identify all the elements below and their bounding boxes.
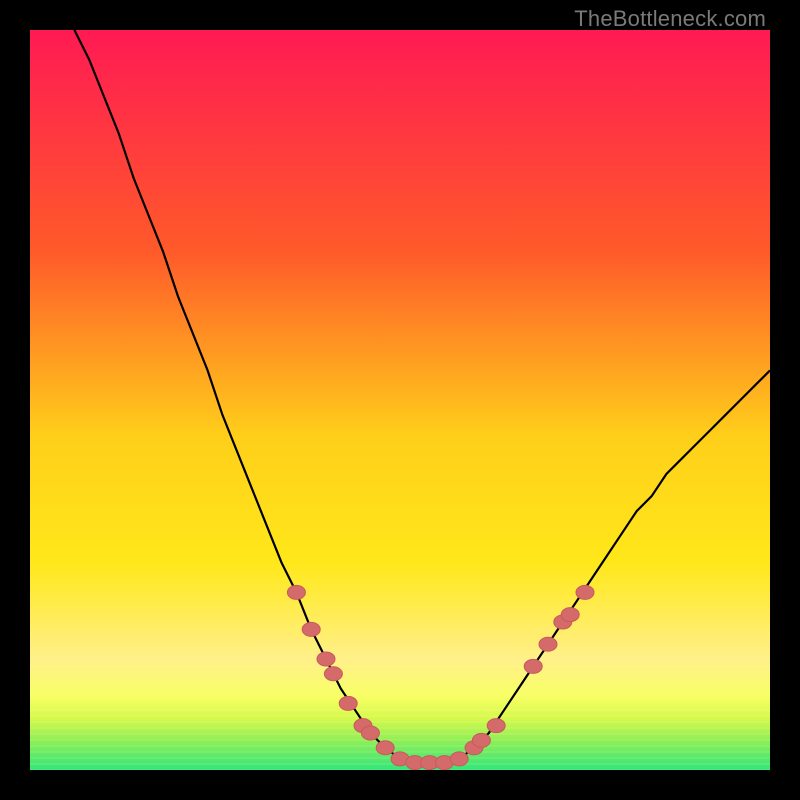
chart-frame	[30, 30, 770, 770]
data-marker	[324, 667, 342, 681]
data-marker	[287, 585, 305, 599]
watermark-text: TheBottleneck.com	[574, 6, 766, 32]
data-marker	[524, 659, 542, 673]
bottleneck-chart	[30, 30, 770, 770]
data-marker	[539, 637, 557, 651]
data-marker	[317, 652, 335, 666]
data-marker	[561, 608, 579, 622]
data-marker	[339, 696, 357, 710]
data-marker	[472, 733, 490, 747]
data-marker	[302, 622, 320, 636]
data-marker	[487, 719, 505, 733]
data-marker	[576, 585, 594, 599]
data-marker	[450, 752, 468, 766]
gradient-background	[30, 30, 770, 770]
data-marker	[376, 741, 394, 755]
data-marker	[361, 726, 379, 740]
